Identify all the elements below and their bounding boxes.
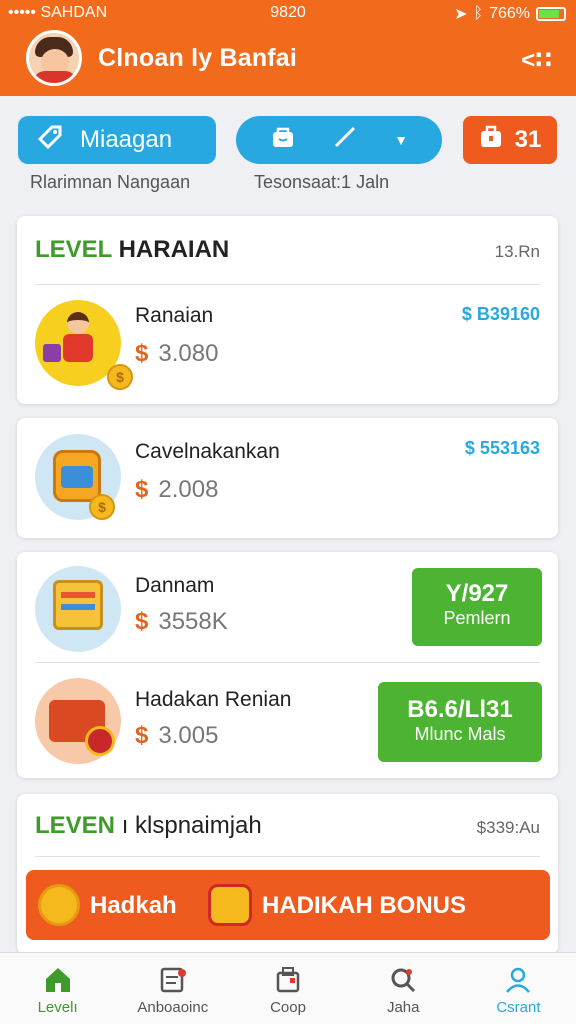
bonus-right-label: HADIKAH BONUS bbox=[262, 892, 466, 919]
battery-label: 766% bbox=[489, 5, 530, 22]
app-title: Clnoan ly Banfai bbox=[98, 44, 298, 72]
chevron-down-icon[interactable]: ▼ bbox=[394, 132, 408, 148]
status-right: ➤ ᛒ 766% bbox=[454, 4, 566, 24]
bag-icon[interactable] bbox=[270, 124, 296, 156]
bluetooth-icon: ᛒ bbox=[473, 5, 484, 22]
item-amount: $2.008 bbox=[135, 476, 219, 503]
nav-item-shop[interactable]: Coop bbox=[230, 953, 345, 1024]
avatar[interactable] bbox=[26, 30, 82, 86]
sub-label-left: Rlarimnan Nangaan bbox=[30, 172, 191, 192]
pencil-icon[interactable] bbox=[332, 124, 358, 156]
section-title: LEVEL HARAIAN bbox=[35, 236, 230, 263]
sub-label-right: Tesonsaat:1 Jaln bbox=[254, 172, 390, 192]
bonus-left-label: Hadkah bbox=[90, 892, 177, 919]
level-card-item: $ Cavelnakankan $2.008 $ 553163 bbox=[17, 418, 558, 538]
shop-icon bbox=[230, 965, 345, 995]
divider bbox=[35, 284, 540, 285]
badge-button[interactable]: 31 bbox=[463, 116, 557, 164]
claim-button[interactable]: Y/927 Pemlern bbox=[412, 568, 542, 646]
section-meta: $339:Au bbox=[476, 818, 540, 837]
status-bar: ••••• SAHDAN 9820 ➤ ᛒ 766% bbox=[0, 4, 576, 24]
bottom-nav: Levelı Anboaoinc Coop Jaha Csrant bbox=[0, 952, 576, 1024]
app-header: ••••• SAHDAN 9820 ➤ ᛒ 766% Clnoan ly Ban… bbox=[0, 0, 576, 96]
item-name: Cavelnakankan bbox=[135, 440, 280, 463]
calculator-icon bbox=[35, 566, 121, 652]
tool-pill[interactable]: ▼ bbox=[236, 116, 442, 164]
battery-icon bbox=[536, 7, 566, 21]
divider bbox=[35, 662, 540, 663]
search-icon bbox=[346, 965, 461, 995]
tag-icon bbox=[36, 123, 64, 158]
primary-button-label: Miaagan bbox=[80, 126, 173, 153]
item-name: Ranaian bbox=[135, 304, 214, 327]
section-title: LEVEN ı klspnaimjah bbox=[35, 812, 262, 839]
gift-icon bbox=[208, 884, 252, 926]
divider bbox=[35, 856, 540, 857]
item-amount: $3.005 bbox=[135, 722, 219, 749]
bonus-banner[interactable]: Hadkah HADIKAH BONUS bbox=[26, 870, 550, 940]
coin-icon: $ bbox=[89, 494, 115, 520]
user-icon bbox=[461, 965, 576, 995]
primary-button[interactable]: Miaagan bbox=[18, 116, 216, 164]
nav-item-search[interactable]: Jaha bbox=[346, 953, 461, 1024]
nav-item-level[interactable]: Levelı bbox=[0, 953, 115, 1024]
wallet-icon bbox=[35, 678, 121, 764]
level-card: LEVEL HARAIAN 13.Rn $ Ranaian $3.080 $ B… bbox=[17, 216, 558, 404]
location-icon: ➤ bbox=[454, 6, 468, 23]
task-icon bbox=[115, 965, 230, 995]
menu-dots-icon[interactable]: <∷ bbox=[521, 46, 552, 75]
item-name: Hadakan Renian bbox=[135, 688, 292, 711]
nav-item-profile[interactable]: Csrant bbox=[461, 953, 576, 1024]
item-amount: $3.080 bbox=[135, 340, 219, 367]
nav-item-tasks[interactable]: Anboaoinc bbox=[115, 953, 230, 1024]
reward-card: Dannam $3558K Y/927 Pemlern Hadakan Reni… bbox=[17, 552, 558, 778]
coin-icon: $ bbox=[107, 364, 133, 390]
item-price[interactable]: $ B39160 bbox=[462, 304, 540, 325]
briefcase-icon bbox=[479, 125, 503, 156]
item-amount: $3558K bbox=[135, 608, 228, 635]
home-icon bbox=[0, 965, 115, 995]
coin-icon bbox=[38, 884, 80, 926]
item-price[interactable]: $ 553163 bbox=[465, 438, 540, 459]
item-name: Dannam bbox=[135, 574, 215, 597]
section-meta: 13.Rn bbox=[494, 242, 540, 261]
claim-button[interactable]: B6.6/Ll31 Mlunc Mals bbox=[378, 682, 542, 762]
badge-value: 31 bbox=[514, 126, 542, 153]
